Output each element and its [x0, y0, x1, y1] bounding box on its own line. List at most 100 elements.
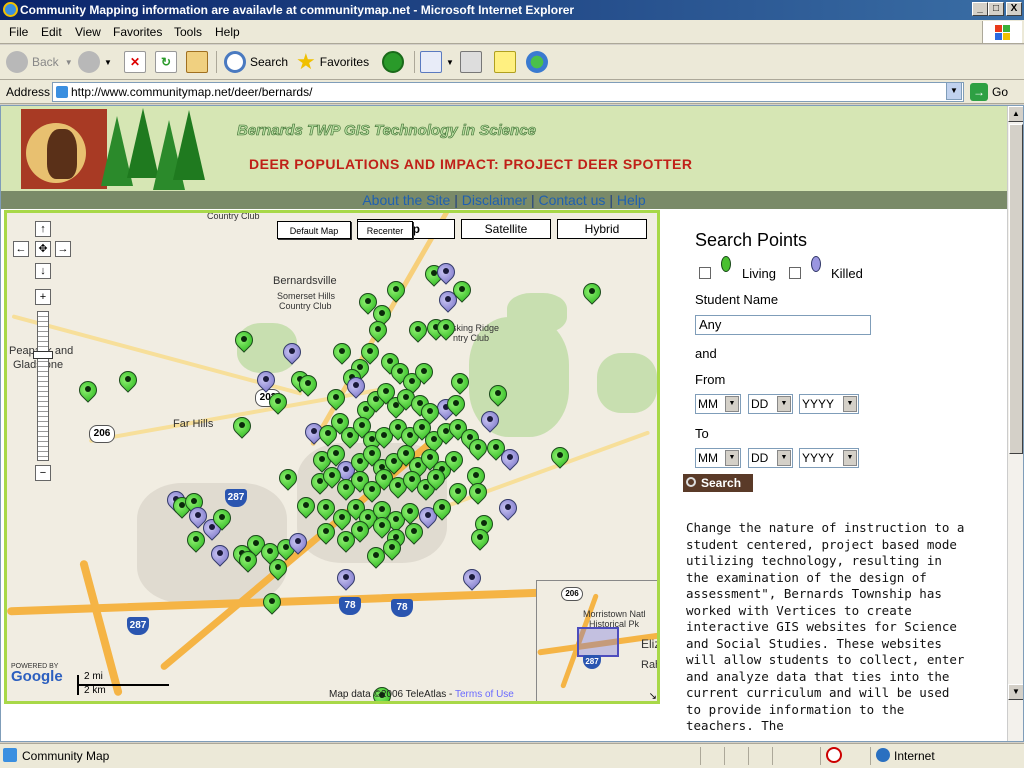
history-button[interactable]: [382, 50, 408, 74]
go-button[interactable]: → Go: [970, 83, 1008, 101]
killed-deer-marker[interactable]: [477, 407, 503, 439]
home-button[interactable]: [186, 50, 212, 74]
living-deer-marker[interactable]: [259, 589, 285, 621]
killed-deer-marker[interactable]: [497, 445, 523, 477]
hybrid-button[interactable]: Hybrid: [557, 219, 647, 239]
killed-deer-marker[interactable]: [459, 565, 485, 597]
killed-deer-marker[interactable]: [285, 529, 311, 561]
forward-button[interactable]: ▼: [78, 50, 112, 74]
living-deer-marker[interactable]: [449, 277, 475, 309]
print-button[interactable]: [460, 50, 486, 74]
terms-link[interactable]: Terms of Use: [455, 689, 514, 700]
nav-help[interactable]: Help: [617, 192, 646, 208]
living-deer-marker[interactable]: [235, 547, 261, 579]
overview-viewport[interactable]: [577, 627, 619, 657]
living-deer-marker[interactable]: [75, 377, 101, 409]
killed-deer-marker[interactable]: [279, 339, 305, 371]
zoom-out-button[interactable]: −: [35, 465, 51, 481]
living-deer-marker[interactable]: [265, 555, 291, 587]
overview-map[interactable]: 206 Morristown Natl Historical Pk Eliz R…: [536, 580, 657, 701]
menu-tools[interactable]: Tools: [174, 25, 202, 39]
killed-deer-marker[interactable]: [495, 495, 521, 527]
mail-button[interactable]: ▼: [420, 50, 454, 74]
from-year-select[interactable]: YYYY ▼: [799, 394, 859, 414]
to-year-select[interactable]: YYYY ▼: [799, 448, 859, 468]
close-button[interactable]: X: [1006, 2, 1022, 16]
living-deer-marker[interactable]: [433, 315, 459, 347]
living-deer-marker[interactable]: [547, 443, 573, 475]
living-deer-marker[interactable]: [441, 447, 467, 479]
notes-button[interactable]: [494, 50, 520, 74]
living-deer-marker[interactable]: [485, 381, 511, 413]
living-deer-marker[interactable]: [295, 371, 321, 403]
living-deer-marker[interactable]: [265, 389, 291, 421]
zoom-in-button[interactable]: +: [35, 289, 51, 305]
living-deer-marker[interactable]: [465, 435, 491, 467]
nav-disclaimer[interactable]: Disclaimer: [462, 192, 527, 208]
living-deer-marker[interactable]: [183, 527, 209, 559]
nav-contact[interactable]: Contact us: [538, 192, 605, 208]
scroll-down-button[interactable]: ▼: [1008, 684, 1023, 700]
menu-file[interactable]: File: [9, 25, 28, 39]
living-deer-marker[interactable]: [405, 317, 431, 349]
page-scrollbar[interactable]: ▲ ▼: [1007, 106, 1023, 741]
messenger-button[interactable]: [526, 50, 552, 74]
address-input[interactable]: http://www.communitymap.net/deer/bernard…: [52, 82, 964, 102]
living-deer-marker[interactable]: [329, 339, 355, 371]
stop-button[interactable]: ✕: [124, 50, 150, 74]
killed-checkbox[interactable]: [789, 267, 801, 279]
pan-center-button[interactable]: ✥: [35, 241, 51, 257]
collapse-overview-icon[interactable]: ↘: [649, 691, 657, 701]
zoom-slider[interactable]: [37, 311, 49, 461]
search-button[interactable]: Search: [683, 474, 753, 492]
minimize-button[interactable]: _: [972, 2, 988, 16]
nav-about[interactable]: About the Site: [362, 192, 450, 208]
maximize-button[interactable]: □: [988, 2, 1004, 16]
default-map-button[interactable]: Default Map: [277, 221, 351, 239]
living-deer-marker[interactable]: [293, 493, 319, 525]
living-deer-marker[interactable]: [115, 367, 141, 399]
pan-up-button[interactable]: ↑: [35, 221, 51, 237]
favorites-button[interactable]: ★ Favorites: [296, 49, 369, 74]
deer-map[interactable]: Country Club Bernardsville Somerset Hill…: [4, 210, 660, 704]
living-deer-marker[interactable]: [579, 279, 605, 311]
refresh-button[interactable]: ↻: [155, 50, 181, 74]
living-deer-marker[interactable]: [467, 525, 493, 557]
menu-favorites[interactable]: Favorites: [113, 25, 162, 39]
to-day-select[interactable]: DD ▼: [748, 448, 793, 468]
to-month-select[interactable]: MM ▼: [695, 448, 741, 468]
student-name-input[interactable]: Any: [695, 315, 871, 335]
living-deer-marker[interactable]: [445, 479, 471, 511]
scroll-up-button[interactable]: ▲: [1008, 106, 1023, 122]
menu-edit[interactable]: Edit: [41, 25, 62, 39]
living-deer-marker[interactable]: [465, 479, 491, 511]
scroll-thumb[interactable]: [1009, 124, 1023, 454]
living-deer-marker[interactable]: [429, 495, 455, 527]
living-deer-marker[interactable]: [313, 519, 339, 551]
menu-help[interactable]: Help: [215, 25, 240, 39]
living-deer-marker[interactable]: [209, 505, 235, 537]
living-deer-marker[interactable]: [347, 517, 373, 549]
living-deer-marker[interactable]: [401, 519, 427, 551]
from-day-select[interactable]: DD ▼: [748, 394, 793, 414]
killed-deer-marker[interactable]: [333, 565, 359, 597]
popup-blocked-icon[interactable]: [826, 747, 842, 763]
living-deer-marker[interactable]: [379, 535, 405, 567]
from-month-select[interactable]: MM ▼: [695, 394, 741, 414]
menu-view[interactable]: View: [75, 25, 101, 39]
living-deer-marker[interactable]: [275, 465, 301, 497]
living-deer-marker[interactable]: [229, 413, 255, 445]
killed-deer-marker[interactable]: [207, 541, 233, 573]
pan-down-button[interactable]: ↓: [35, 263, 51, 279]
pan-right-button[interactable]: →: [55, 241, 71, 257]
zoom-slider-handle[interactable]: [33, 351, 53, 359]
living-checkbox[interactable]: [699, 267, 711, 279]
recenter-button[interactable]: Recenter: [357, 221, 413, 239]
satellite-button[interactable]: Satellite: [461, 219, 551, 239]
back-button[interactable]: Back ▼: [6, 50, 73, 74]
search-button[interactable]: Search: [224, 50, 288, 74]
pan-left-button[interactable]: ←: [13, 241, 29, 257]
living-deer-marker[interactable]: [423, 465, 449, 497]
living-deer-marker[interactable]: [231, 327, 257, 359]
address-dropdown-button[interactable]: ▼: [946, 82, 962, 100]
